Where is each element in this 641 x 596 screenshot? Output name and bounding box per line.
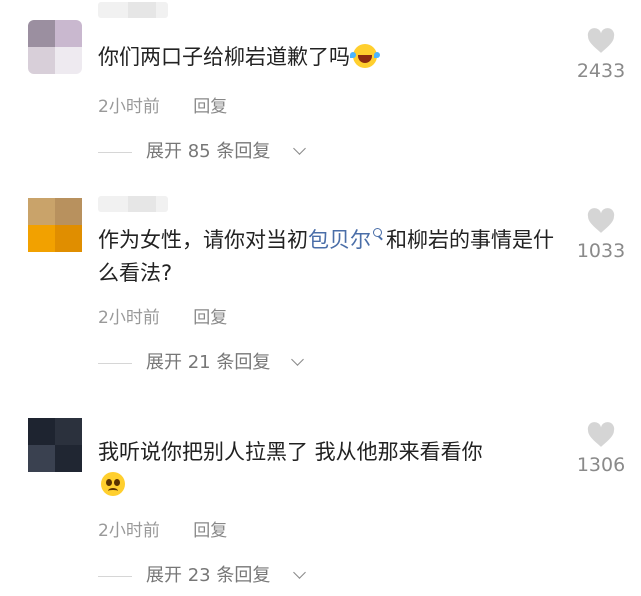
comment-text-body: 我听说你把别人拉黑了 我从他那来看看你 (98, 440, 483, 464)
username-redacted[interactable] (98, 2, 168, 18)
like-count: 1033 (576, 240, 626, 262)
comment-meta: 2小时前 回复 (98, 516, 227, 541)
like-button[interactable]: 1306 (572, 422, 630, 476)
avatar[interactable] (28, 198, 82, 252)
heart-icon (587, 208, 615, 233)
reply-button[interactable]: 回复 (193, 521, 227, 541)
like-button[interactable]: 2433 (572, 28, 630, 82)
reply-button[interactable]: 回复 (193, 308, 227, 328)
avatar[interactable] (28, 418, 82, 472)
comment-time: 2小时前 (98, 97, 160, 117)
laughing-tears-emoji-icon (350, 44, 377, 68)
divider-line (98, 152, 132, 153)
comment-text: 你们两口子给柳岩道歉了吗 (98, 41, 568, 74)
expand-replies-button[interactable]: 展开 21 条回复 (98, 351, 318, 375)
pleading-face-emoji-icon (101, 472, 125, 496)
chevron-down-icon (293, 142, 306, 155)
chevron-down-icon (293, 566, 306, 579)
comment-meta: 2小时前 回复 (98, 303, 227, 328)
comment-text: 作为女性，请你对当初包贝尔 和柳岩的事情是什么看法? (98, 224, 568, 290)
comment-text-body: 你们两口子给柳岩道歉了吗 (98, 45, 350, 69)
like-button[interactable]: 1033 (572, 208, 630, 262)
reply-button[interactable]: 回复 (193, 97, 227, 117)
mention-link[interactable]: 包贝尔 (308, 228, 371, 252)
expand-replies-label: 展开 23 条回复 (146, 565, 271, 586)
avatar[interactable] (28, 20, 82, 74)
comment-meta: 2小时前 回复 (98, 92, 227, 117)
expand-replies-label: 展开 21 条回复 (146, 352, 271, 373)
expand-replies-button[interactable]: 展开 85 条回复 (98, 140, 318, 164)
chevron-down-icon (291, 353, 304, 366)
like-count: 2433 (576, 60, 626, 82)
comment-time: 2小时前 (98, 521, 160, 541)
heart-icon (587, 28, 615, 53)
expand-replies-label: 展开 85 条回复 (146, 141, 271, 162)
comment-time: 2小时前 (98, 308, 160, 328)
comment-text: 我听说你把别人拉黑了 我从他那来看看你 (98, 436, 568, 502)
expand-replies-button[interactable]: 展开 23 条回复 (98, 564, 318, 588)
like-count: 1306 (576, 454, 626, 476)
username-redacted[interactable] (98, 196, 168, 212)
divider-line (98, 363, 132, 364)
search-icon (373, 228, 382, 237)
heart-icon (587, 422, 615, 447)
divider-line (98, 576, 132, 577)
comment-text-before: 作为女性，请你对当初 (98, 228, 308, 252)
